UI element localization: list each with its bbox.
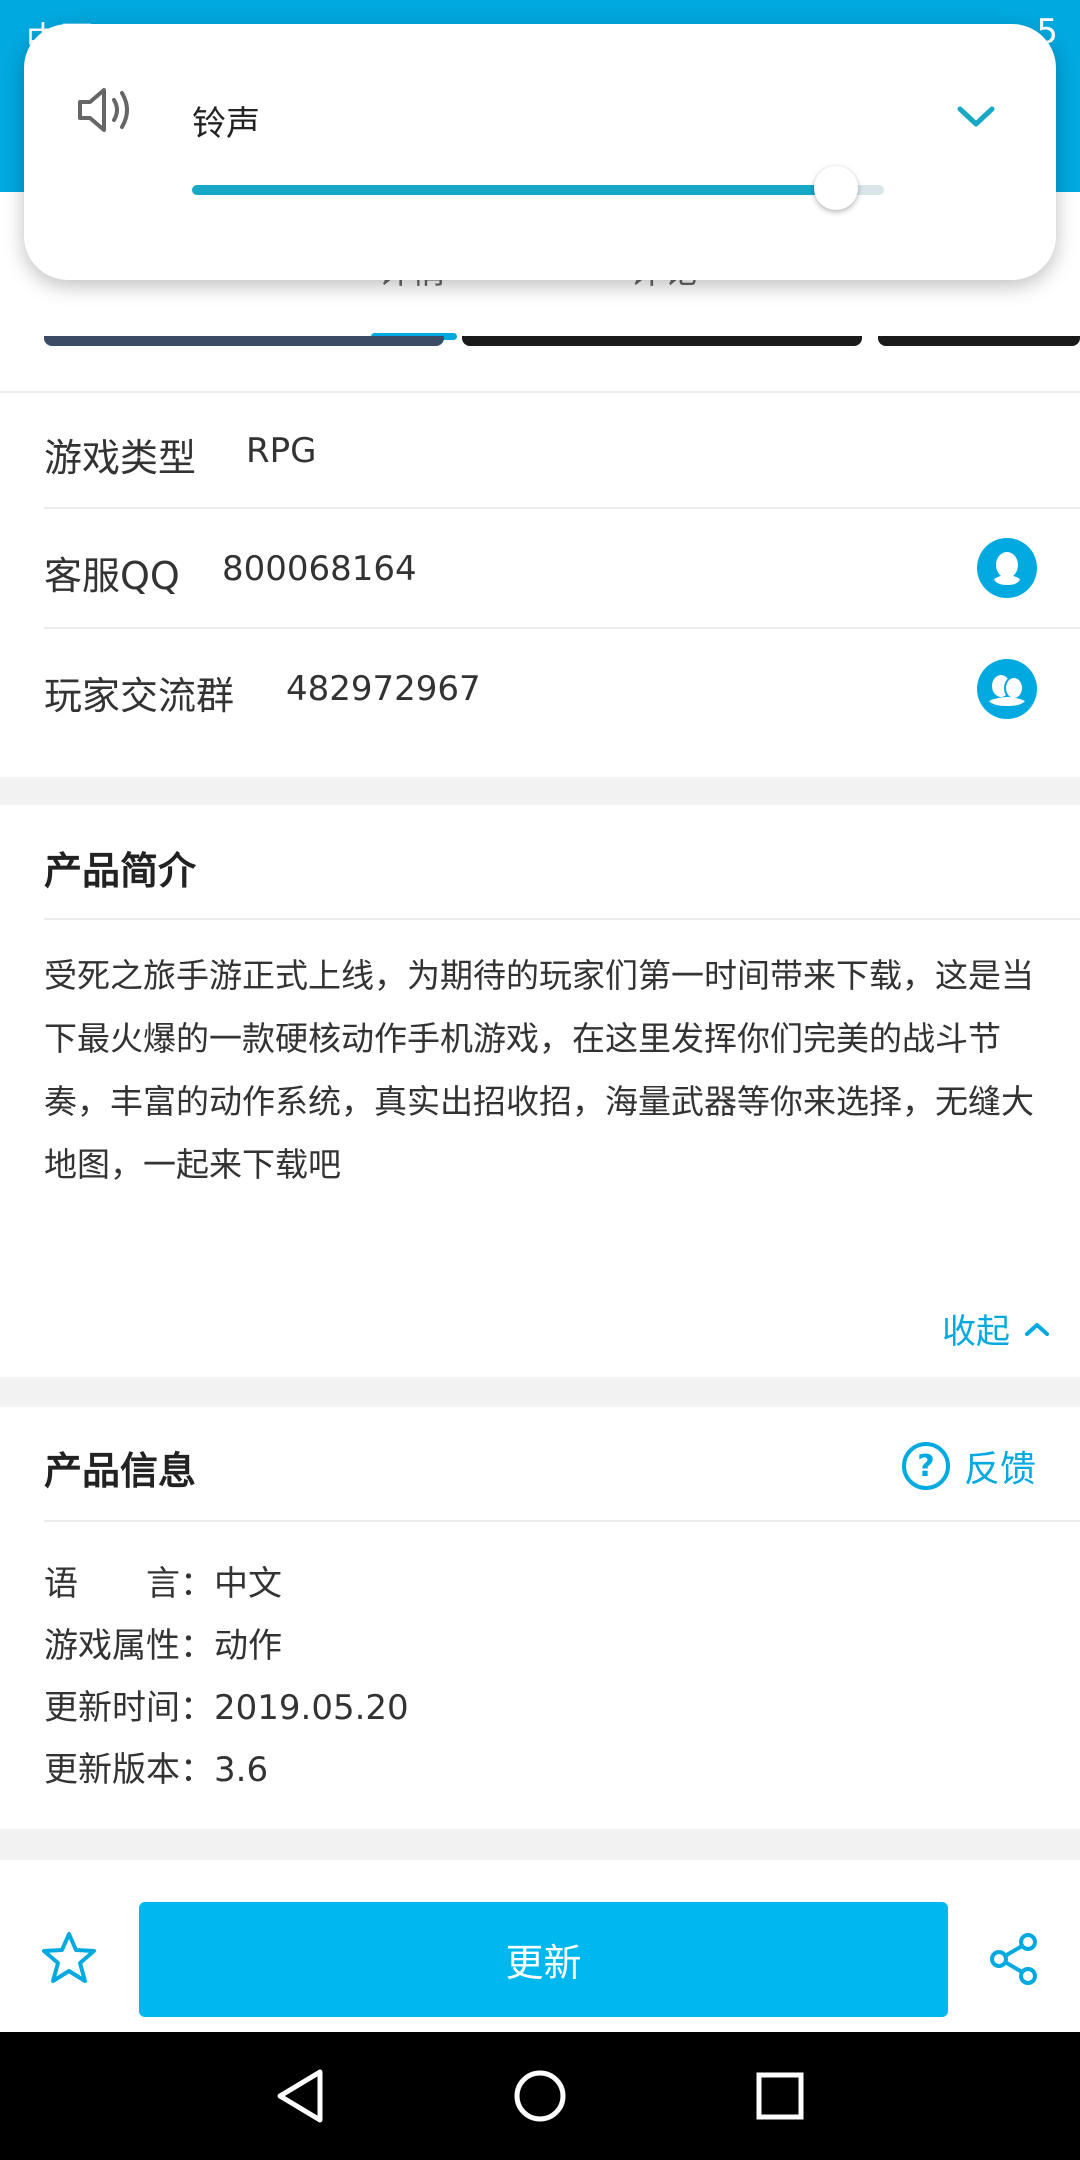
feedback-label: 反馈 (963, 1449, 1036, 1490)
game-type-label: 游戏类型 (44, 436, 197, 480)
volume-popup: 铃声 (24, 24, 1056, 280)
info-update-time-value: 2019.05.20 (214, 1688, 409, 1728)
product-info-title: 产品信息 (44, 1449, 197, 1493)
qq-penguin-icon (994, 552, 1020, 585)
home-circle-icon[interactable] (512, 2066, 568, 2126)
screenshot-thumb[interactable] (462, 336, 862, 346)
section-gap (0, 1377, 1080, 1407)
info-attribute-label: 游戏属性： (44, 1626, 214, 1666)
volume-slider-fill (192, 185, 836, 195)
info-attribute: 游戏属性：动作 (44, 1618, 282, 1667)
player-group-value: 482972967 (286, 669, 481, 709)
update-button[interactable]: 更新 (139, 1902, 948, 2017)
divider (44, 1520, 1080, 1522)
volume-slider[interactable] (192, 185, 884, 195)
share-icon[interactable] (988, 1932, 1040, 1986)
info-version: 更新版本：3.6 (44, 1742, 268, 1791)
volume-title: 铃声 (192, 104, 260, 144)
divider (44, 918, 1080, 920)
info-update-time: 更新时间：2019.05.20 (44, 1680, 409, 1729)
qq-contact-button[interactable] (977, 538, 1037, 598)
game-type-value: RPG (246, 431, 317, 471)
service-qq-value: 800068164 (222, 549, 417, 589)
qq-group-button[interactable] (977, 659, 1037, 719)
update-label: 更新 (505, 1941, 582, 1985)
recents-square-icon[interactable] (754, 2066, 806, 2126)
intro-title: 产品简介 (44, 849, 197, 893)
game-type-row: 游戏类型 RPG (0, 393, 1080, 507)
speaker-icon[interactable] (74, 80, 140, 140)
service-qq-row: 客服QQ 800068164 (0, 509, 1080, 627)
back-triangle-icon[interactable] (272, 2066, 326, 2126)
section-gap (0, 1829, 1080, 1860)
info-version-label: 更新版本： (44, 1750, 214, 1790)
section-gap (0, 777, 1080, 805)
info-language-value: 中文 (214, 1564, 282, 1604)
collapse-label: 收起 (942, 1312, 1010, 1352)
qq-group-icon (989, 675, 1025, 706)
info-attribute-value: 动作 (214, 1626, 282, 1666)
collapse-button[interactable]: 收起 (942, 1304, 1050, 1353)
screenshot-thumb[interactable] (878, 336, 1080, 346)
chevron-up-icon (1025, 1322, 1049, 1336)
question-icon: ? (901, 1442, 950, 1490)
player-group-row: 玩家交流群 482972967 (0, 629, 1080, 777)
chevron-down-icon[interactable] (956, 104, 996, 130)
feedback-button[interactable]: ? 反馈 (901, 1440, 1036, 1492)
info-version-value: 3.6 (214, 1750, 269, 1790)
screenshot-thumb[interactable] (44, 336, 444, 346)
info-language-label: 语 言： (44, 1564, 214, 1604)
service-qq-label: 客服QQ (44, 554, 180, 598)
star-icon[interactable] (40, 1930, 98, 1986)
info-update-time-label: 更新时间： (44, 1688, 214, 1728)
volume-slider-knob[interactable] (813, 166, 858, 210)
info-language: 语 言：中文 (44, 1556, 282, 1605)
intro-text: 受死之旅手游正式上线，为期待的玩家们第一时间带来下载，这是当下最火爆的一款硬核动… (44, 956, 1034, 1184)
player-group-label: 玩家交流群 (44, 674, 235, 718)
